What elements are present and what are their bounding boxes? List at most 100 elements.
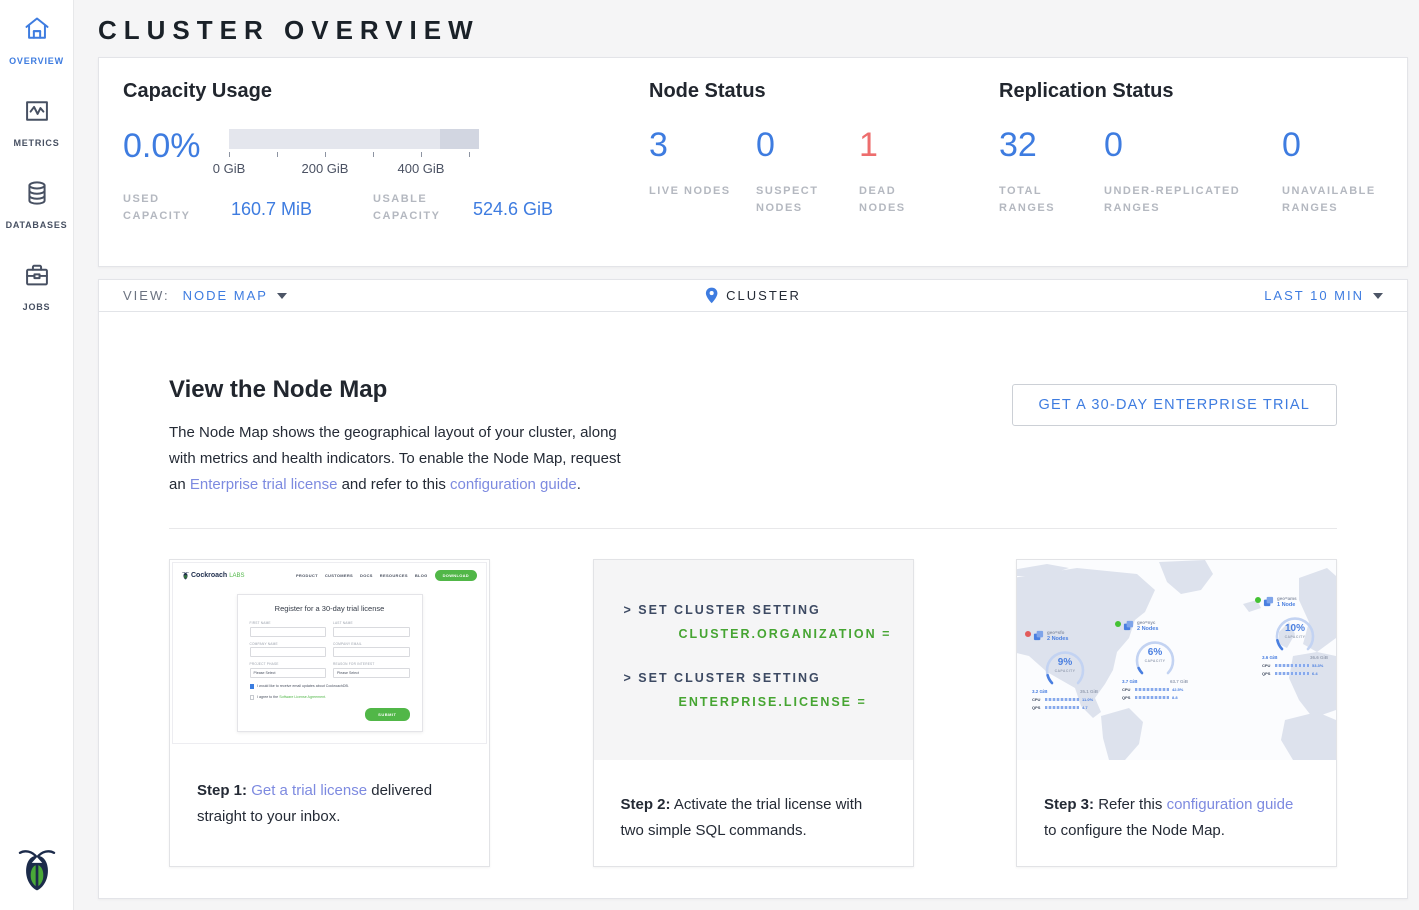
capacity-usage-title: Capacity Usage — [123, 80, 649, 103]
used-capacity-label: USED CAPACITY — [123, 191, 231, 225]
sidebar-item-label: OVERVIEW — [9, 56, 64, 66]
code-line-4: ENTERPRISE.LICENSE = — [679, 695, 913, 709]
enterprise-trial-button[interactable]: GET A 30-DAY ENTERPRISE TRIAL — [1012, 384, 1337, 426]
mini-nav-blog[interactable]: BLOG — [415, 573, 428, 578]
enterprise-trial-license-link[interactable]: Enterprise trial license — [190, 476, 338, 493]
sidebar-item-databases[interactable]: DATABASES — [0, 164, 73, 246]
capacity-gauge: 0 GiB 200 GiB 400 GiB — [229, 129, 479, 175]
node-map-preview: geo=sfo 2 Nodes 9% CAPACITY — [1017, 560, 1336, 760]
step1-label: Step 1: — [197, 782, 247, 799]
cluster-summary-panel: Capacity Usage 0.0% 0 GiB 200 GiB 400 Gi… — [98, 57, 1408, 267]
company-email-input[interactable] — [333, 647, 410, 657]
mini-nav-docs[interactable]: DOCS — [360, 573, 373, 578]
mini-submit-button[interactable]: SUBMIT — [365, 708, 409, 721]
node-map-panel: View the Node Map The Node Map shows the… — [98, 312, 1408, 899]
project-phase-select[interactable]: Please Select — [250, 668, 327, 678]
sidebar-item-label: JOBS — [23, 302, 51, 312]
breadcrumb: CLUSTER — [705, 287, 801, 304]
sql-commands-visual: > SET CLUSTER SETTING CLUSTER.ORGANIZATI… — [594, 560, 913, 760]
email-updates-checkbox[interactable] — [250, 684, 255, 689]
gauge-tick-label: 200 GiB — [302, 161, 349, 176]
used-capacity-value: 160.7 MiB — [231, 191, 373, 220]
locality-name: geo=sfo — [1047, 630, 1068, 635]
suspect-nodes-label: SUSPECT NODES — [756, 183, 842, 217]
gauge-tick-label: 400 GiB — [398, 161, 445, 176]
cockroachdb-logo — [18, 845, 56, 898]
capacity-used-percent: 0.0% — [123, 129, 193, 175]
trial-registration-form: Register for a 30-day trial license FIRS… — [237, 594, 423, 732]
step3-label: Step 3: — [1044, 796, 1094, 813]
dead-nodes-label: DEAD NODES — [859, 183, 945, 217]
capacity-total: 35.1 GiB — [1080, 689, 1098, 694]
capacity-used: 3.2 GiB — [1032, 689, 1048, 694]
live-node-status-dot — [1115, 621, 1121, 627]
view-selector[interactable]: NODE MAP — [183, 288, 268, 303]
sidebar-item-overview[interactable]: OVERVIEW — [0, 0, 73, 82]
software-license-agreement-link[interactable]: Software License Agreement. — [279, 695, 326, 699]
field-label: COMPANY NAME — [250, 642, 327, 646]
last-name-input[interactable] — [333, 627, 410, 637]
cpu-label: CPU — [1122, 687, 1132, 692]
mini-nav-resources[interactable]: RESOURCES — [380, 573, 408, 578]
company-name-input[interactable] — [250, 647, 327, 657]
code-line-3: > SET CLUSTER SETTING — [624, 671, 913, 685]
mini-download-button[interactable]: DOWNLOAD — [435, 570, 477, 581]
configuration-guide-link[interactable]: configuration guide — [450, 476, 577, 493]
map-locality-ams[interactable]: geo=ams 1 Node 10% CAPACITY — [1255, 596, 1335, 676]
map-locality-sfo[interactable]: geo=sfo 2 Nodes 9% CAPACITY — [1025, 630, 1105, 710]
step3-card: geo=sfo 2 Nodes 9% CAPACITY — [1016, 559, 1337, 867]
description-text: . — [577, 476, 581, 493]
time-range-selector[interactable]: LAST 10 MIN — [1264, 288, 1364, 303]
under-replicated-ranges-value: 0 — [1104, 127, 1282, 163]
step3-text: to configure the Node Map. — [1044, 822, 1225, 839]
chevron-down-icon[interactable] — [1373, 293, 1383, 299]
capacity-percent: 9% — [1039, 657, 1091, 668]
step1-card: Cockroach LABS PRODUCT CUSTOMERS DOCS RE… — [169, 559, 490, 867]
license-agreement-checkbox[interactable] — [250, 695, 255, 700]
nodes-cube-icon — [1033, 630, 1044, 641]
capacity-caption: CAPACITY — [1129, 659, 1181, 663]
first-name-input[interactable] — [250, 627, 327, 637]
sidebar-item-jobs[interactable]: JOBS — [0, 246, 73, 328]
page-title: CLUSTER OVERVIEW — [98, 0, 1408, 46]
locality-name: geo=nyc — [1137, 620, 1158, 625]
cpu-value: 53.3% — [1312, 663, 1323, 668]
map-locality-nyc[interactable]: geo=nyc 2 Nodes 6% CAPACITY — [1115, 620, 1195, 700]
qps-value: 4.7 — [1082, 705, 1088, 710]
field-label: LAST NAME — [333, 621, 410, 625]
live-nodes-label: LIVE NODES — [649, 183, 735, 200]
unavailable-ranges-value: 0 — [1282, 127, 1368, 163]
qps-value: 6.4 — [1312, 671, 1318, 676]
mini-nav-product[interactable]: PRODUCT — [296, 573, 318, 578]
sidebar-item-metrics[interactable]: METRICS — [0, 82, 73, 164]
qps-bar — [1135, 696, 1169, 700]
metrics-chart-icon — [23, 97, 51, 125]
nodes-cube-icon — [1123, 620, 1134, 631]
get-trial-license-link[interactable]: Get a trial license — [251, 782, 367, 799]
capacity-total: 36.6 GiB — [1310, 655, 1328, 660]
qps-bar — [1045, 706, 1079, 710]
cpu-bar — [1135, 688, 1169, 692]
capacity-percent: 10% — [1269, 623, 1321, 634]
code-line-1: > SET CLUSTER SETTING — [624, 603, 913, 617]
cpu-value: 11.0% — [1082, 697, 1093, 702]
breadcrumb-cluster[interactable]: CLUSTER — [726, 288, 801, 303]
chevron-down-icon[interactable] — [277, 293, 287, 299]
capacity-usage-section: Capacity Usage 0.0% 0 GiB 200 GiB 400 Gi… — [123, 80, 649, 266]
under-replicated-ranges-stat: 0 UNDER-REPLICATED RANGES — [1104, 127, 1282, 217]
qps-label: QPS — [1032, 705, 1042, 710]
capacity-percent: 6% — [1129, 647, 1181, 658]
gauge-tick-label: 0 GiB — [213, 161, 246, 176]
checkbox-label: I agree to the Software License Agreemen… — [257, 695, 326, 699]
total-ranges-value: 32 — [999, 127, 1104, 163]
capacity-caption: CAPACITY — [1039, 669, 1091, 673]
capacity-used: 3.6 GiB — [1262, 655, 1278, 660]
map-pin-icon — [705, 287, 718, 304]
mini-nav-customers[interactable]: CUSTOMERS — [325, 573, 353, 578]
dead-nodes-stat: 1 DEAD NODES — [859, 127, 945, 217]
sidebar: OVERVIEW METRICS DATABASES — [0, 0, 74, 910]
description-text: and refer to this — [342, 476, 446, 493]
configuration-guide-link[interactable]: configuration guide — [1167, 796, 1294, 813]
reason-for-interest-select[interactable]: Please Select — [333, 668, 410, 678]
cpu-bar — [1275, 664, 1309, 668]
